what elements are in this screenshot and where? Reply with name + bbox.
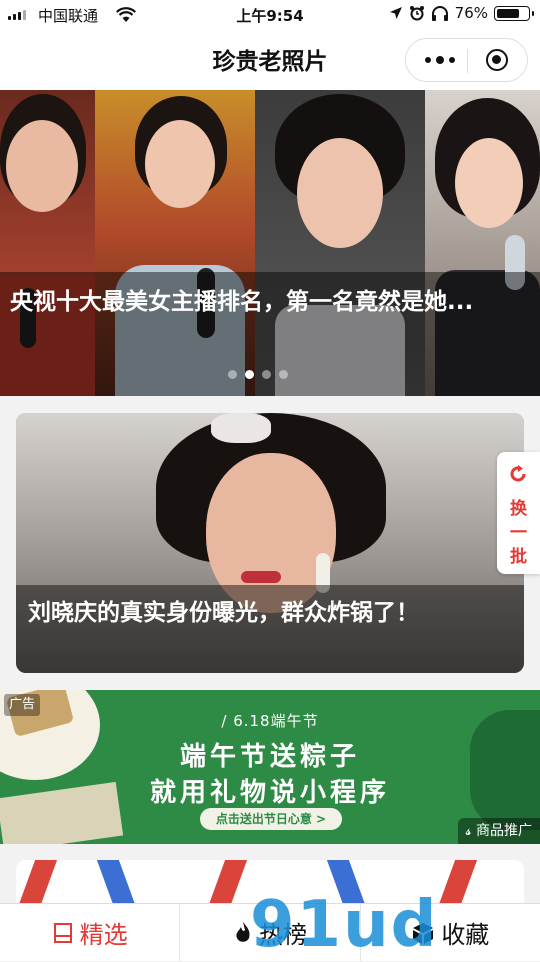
carousel-dot[interactable] [245, 370, 254, 379]
carousel-dot[interactable] [228, 370, 237, 379]
battery-icon [494, 5, 534, 21]
ad-promo-text: 商品推广 [476, 823, 532, 839]
tab-featured-label: 精选 [79, 921, 128, 949]
miniprogram-capsule [405, 38, 528, 82]
refresh-icon [510, 465, 526, 482]
shop-icon [53, 922, 72, 943]
ad-headline-1: 端午节送粽子 [179, 742, 360, 772]
banner-title: 央视十大最美女主播排名，第一名竟然是她... [10, 289, 474, 315]
headphones-icon [431, 6, 448, 21]
ad-subtitle: / 6.18端午节 [221, 712, 319, 730]
carousel-indicator [228, 370, 288, 379]
article-title: 刘晓庆的真实身份曝光，群众炸锅了！ [28, 600, 419, 626]
alarm-icon [409, 6, 424, 21]
carousel-dot[interactable] [262, 370, 271, 379]
tab-featured[interactable]: 精选 [0, 904, 179, 961]
ad-banner[interactable]: 广告 / 6.18端午节 端午节送粽子 就用礼物说小程序 点击送出节日心意 > … [0, 690, 540, 844]
ad-cta-button[interactable]: 点击送出节日心意 > [200, 808, 342, 830]
tab-favorites-label: 收藏 [441, 921, 490, 949]
status-bar: 中国联通 上午9:54 76% [0, 0, 540, 30]
refresh-batch-button[interactable]: 换 一 批 [497, 452, 540, 574]
site-watermark: 91ud [250, 888, 439, 962]
article-card[interactable]: 刘晓庆的真实身份曝光，群众炸锅了！ [16, 413, 524, 673]
ad-promo-label: 𝓼 商品推广 [457, 818, 540, 844]
banner-carousel[interactable]: 央视十大最美女主播排名，第一名竟然是她... [0, 90, 540, 396]
battery-percent: 76% [454, 4, 488, 22]
miniprogram-icon: 𝓼 [465, 823, 476, 839]
capsule-divider [467, 49, 468, 73]
ad-headline-2: 就用礼物说小程序 [149, 778, 390, 808]
refresh-label-1: 换 [510, 499, 527, 519]
refresh-label-3: 批 [510, 547, 527, 567]
carousel-dot[interactable] [279, 370, 288, 379]
more-menu-icon[interactable] [420, 50, 460, 70]
close-miniprogram-icon[interactable] [486, 49, 508, 71]
location-icon [389, 7, 402, 19]
nav-bar: 珍贵老照片 [0, 30, 540, 90]
refresh-label-2: 一 [510, 523, 527, 543]
